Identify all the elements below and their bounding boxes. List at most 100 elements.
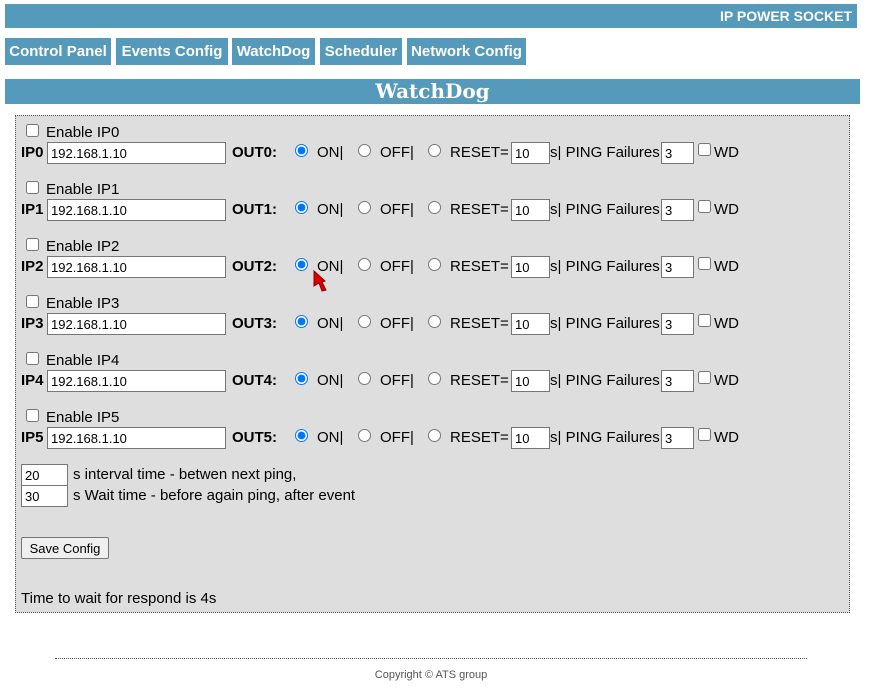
mode-reset-radio[interactable] [428,144,441,157]
ip-config-row: IP0 OUT0: ON| OFF| RESET= s| PING Failures WD [16,142,849,164]
mode-off-radio[interactable] [358,429,371,442]
ping-failures-label: s| PING Failures [550,315,660,332]
ip-label: IP4 [21,372,44,389]
ip-config-row: IP4 OUT4: ON| OFF| RESET= s| PING Failures WD [16,370,849,392]
pointer-cursor-icon [313,270,327,292]
ip-address-input[interactable] [47,142,226,164]
ip-config-row: IP3 OUT3: ON| OFF| RESET= s| PING Failures WD [16,313,849,335]
mode-on-label: ON| [317,201,344,218]
mode-on-label: ON| [317,372,344,389]
wd-checkbox[interactable] [698,314,711,327]
mode-reset-radio[interactable] [428,258,441,271]
ping-failures-input[interactable] [661,142,694,164]
ip-address-input[interactable] [47,370,226,392]
mode-off-label: OFF| [380,372,414,389]
ip-label: IP2 [21,258,44,275]
ip-label: IP5 [21,429,44,446]
tab-watchdog[interactable]: WatchDog [232,38,315,65]
ip-address-input[interactable] [47,313,226,335]
mode-off-radio[interactable] [358,144,371,157]
ip-label: IP1 [21,201,44,218]
tab-scheduler[interactable]: Scheduler [320,38,402,65]
mode-reset-label: RESET= [450,201,509,218]
mode-on-label: ON| [317,429,344,446]
enable-ip-checkbox[interactable] [26,352,39,365]
wd-checkbox[interactable] [698,143,711,156]
ip-address-input[interactable] [47,256,226,278]
footer-divider [55,658,807,659]
mode-reset-radio[interactable] [428,429,441,442]
reset-seconds-input[interactable] [511,313,550,335]
mode-on-radio[interactable] [295,258,308,271]
enable-ip-label: Enable IP2 [46,238,120,255]
ping-failures-label: s| PING Failures [550,429,660,446]
interval-input[interactable] [21,464,68,486]
mode-off-radio[interactable] [358,315,371,328]
mode-on-radio[interactable] [295,201,308,214]
watchdog-entry: Enable IP3IP3 OUT3: ON| OFF| RESET= s| PING F… [16,287,849,337]
ping-failures-input[interactable] [661,256,694,278]
ping-failures-input[interactable] [661,199,694,221]
enable-ip-label: Enable IP5 [46,409,120,426]
reset-seconds-input[interactable] [511,370,550,392]
mode-off-label: OFF| [380,258,414,275]
enable-ip-checkbox[interactable] [26,238,39,251]
wd-label: WD [714,429,739,446]
enable-ip-label: Enable IP0 [46,124,120,141]
ping-failures-input[interactable] [661,313,694,335]
mode-reset-label: RESET= [450,144,509,161]
tab-network-config[interactable]: Network Config [407,38,526,65]
enable-ip-checkbox[interactable] [26,409,39,422]
wd-label: WD [714,201,739,218]
wd-checkbox[interactable] [698,257,711,270]
mode-reset-radio[interactable] [428,315,441,328]
mode-off-label: OFF| [380,144,414,161]
mode-on-radio[interactable] [295,315,308,328]
output-label: OUT1: [232,201,277,218]
brand-title: IP POWER SOCKET [720,8,852,24]
ip-address-input[interactable] [47,199,226,221]
wd-label: WD [714,258,739,275]
ip-address-input[interactable] [47,427,226,449]
mode-on-radio[interactable] [295,372,308,385]
wd-checkbox[interactable] [698,371,711,384]
wait-label: s Wait time - before again ping, after e… [73,487,356,504]
mode-off-radio[interactable] [358,258,371,271]
mode-off-label: OFF| [380,201,414,218]
ping-failures-label: s| PING Failures [550,258,660,275]
ip-config-row: IP5 OUT5: ON| OFF| RESET= s| PING Failures WD [16,427,849,449]
mode-off-radio[interactable] [358,201,371,214]
mode-off-radio[interactable] [358,372,371,385]
reset-seconds-input[interactable] [511,256,550,278]
mode-on-radio[interactable] [295,429,308,442]
wd-checkbox[interactable] [698,200,711,213]
copyright-text: Copyright © ATS group [374,669,488,681]
mode-reset-radio[interactable] [428,201,441,214]
page-title: WatchDog [375,79,490,103]
enable-ip-checkbox[interactable] [26,124,39,137]
output-label: OUT0: [232,144,277,161]
tab-control-panel[interactable]: Control Panel [5,38,111,65]
mode-off-label: OFF| [380,429,414,446]
reset-seconds-input[interactable] [511,427,550,449]
mode-on-radio[interactable] [295,144,308,157]
page-title-bar: WatchDog [5,79,860,104]
mode-on-label: ON| [317,144,344,161]
save-config-button[interactable]: Save Config [21,537,109,559]
enable-ip-checkbox[interactable] [26,295,39,308]
ping-failures-label: s| PING Failures [550,201,660,218]
ping-failures-input[interactable] [661,427,694,449]
watchdog-form: Enable IP0IP0 OUT0: ON| OFF| RESET= s| PING F… [15,115,850,613]
watchdog-entry: Enable IP4IP4 OUT4: ON| OFF| RESET= s| PING F… [16,344,849,394]
wd-checkbox[interactable] [698,428,711,441]
tab-events-config[interactable]: Events Config [116,38,228,65]
wait-input[interactable] [21,485,68,507]
reset-seconds-input[interactable] [511,199,550,221]
enable-ip-label: Enable IP4 [46,352,120,369]
mode-reset-label: RESET= [450,372,509,389]
watchdog-entry: Enable IP2IP2OUT2:ON|OFF|RESET=s| PING F… [16,230,849,280]
reset-seconds-input[interactable] [511,142,550,164]
ping-failures-input[interactable] [661,370,694,392]
mode-reset-radio[interactable] [428,372,441,385]
enable-ip-checkbox[interactable] [26,181,39,194]
